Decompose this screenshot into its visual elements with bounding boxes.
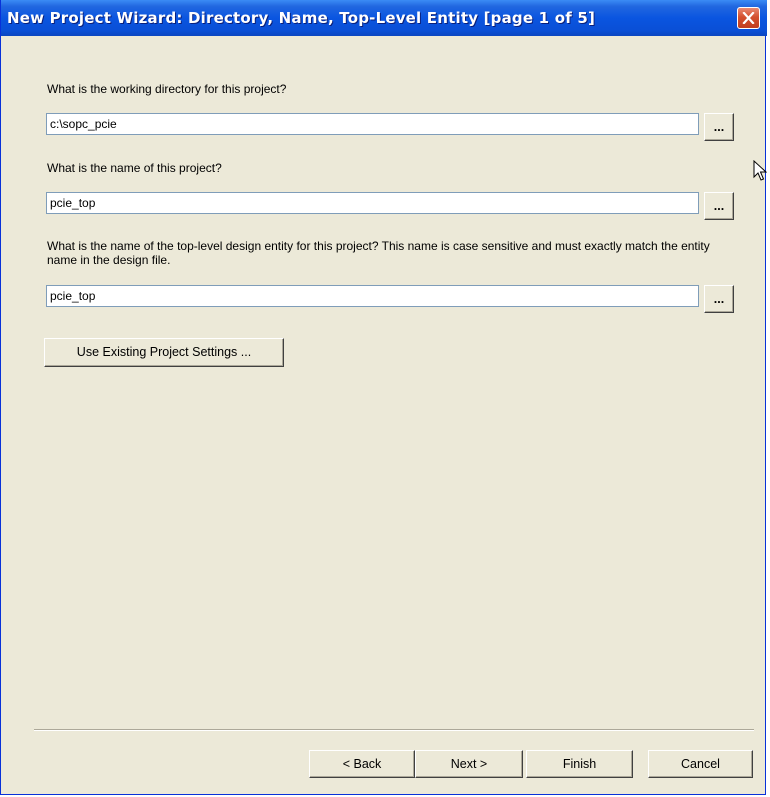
- directory-browse-button[interactable]: ...: [704, 113, 734, 141]
- directory-input[interactable]: [46, 113, 699, 135]
- wizard-window: New Project Wizard: Directory, Name, Top…: [0, 0, 767, 795]
- close-button[interactable]: [737, 7, 760, 29]
- cancel-button[interactable]: Cancel: [648, 750, 753, 778]
- top-entity-browse-button[interactable]: ...: [704, 285, 734, 313]
- back-button[interactable]: < Back: [309, 750, 415, 778]
- mouse-cursor-icon: [753, 159, 768, 187]
- next-button[interactable]: Next >: [415, 750, 523, 778]
- project-name-browse-button[interactable]: ...: [704, 192, 734, 220]
- finish-button[interactable]: Finish: [526, 750, 633, 778]
- directory-label: What is the working directory for this p…: [47, 82, 287, 96]
- top-entity-label: What is the name of the top-level design…: [47, 239, 710, 267]
- project-name-label: What is the name of this project?: [47, 161, 222, 175]
- top-entity-input[interactable]: [46, 285, 699, 307]
- window-title: New Project Wizard: Directory, Name, Top…: [7, 9, 596, 27]
- project-name-input[interactable]: [46, 192, 699, 214]
- title-bar[interactable]: New Project Wizard: Directory, Name, Top…: [1, 0, 767, 36]
- use-existing-settings-button[interactable]: Use Existing Project Settings ...: [44, 338, 284, 367]
